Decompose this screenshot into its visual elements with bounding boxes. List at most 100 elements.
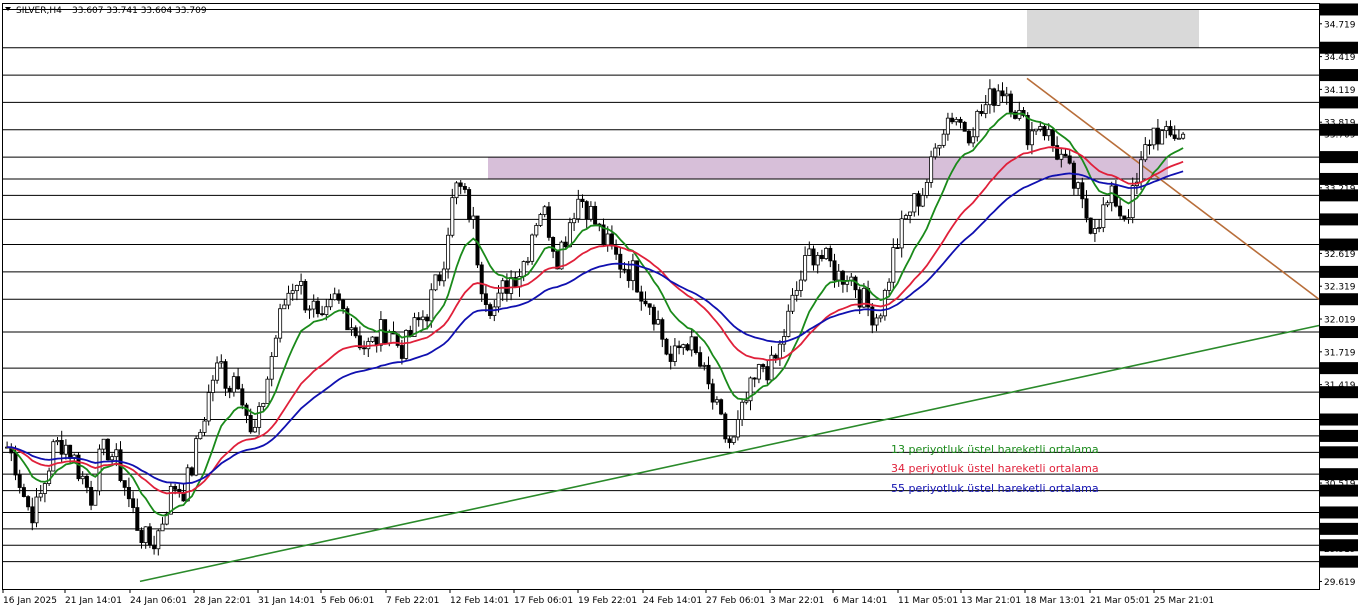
- price-label: 29.919: [1324, 545, 1356, 555]
- candle-body: [437, 274, 442, 282]
- candle-body: [983, 104, 988, 114]
- time-label: 5 Feb 06:01: [321, 596, 374, 606]
- candle-body: [1063, 153, 1068, 157]
- candle-body: [257, 406, 262, 428]
- candle-body: [387, 330, 392, 344]
- candle-body: [68, 444, 73, 459]
- candle-body: [97, 448, 102, 492]
- time-label: 24 Feb 14:01: [643, 596, 702, 606]
- candle-body: [992, 88, 997, 106]
- time-label: 12 Feb 14:01: [450, 596, 509, 606]
- candle-body: [202, 420, 207, 433]
- candle-body: [454, 182, 459, 199]
- time-label: 25 Mar 21:01: [1154, 596, 1214, 606]
- candle-body: [572, 218, 577, 224]
- candle-body: [580, 198, 585, 203]
- candle-body: [483, 293, 488, 305]
- candle-body: [765, 366, 770, 381]
- candle-body: [1176, 137, 1181, 140]
- candle-body: [210, 379, 215, 393]
- candle-body: [1034, 128, 1039, 132]
- candle-body: [1076, 182, 1081, 189]
- candle-body: [605, 233, 610, 246]
- candle-body: [1122, 215, 1127, 220]
- candle-body: [878, 315, 883, 319]
- candle-body: [744, 400, 749, 403]
- candle-body: [479, 264, 484, 295]
- price-label: 31.350: [1324, 389, 1356, 399]
- candle-body: [332, 293, 337, 301]
- candle-body: [311, 300, 316, 310]
- price-label: 30.250: [1324, 509, 1356, 519]
- candle-body: [912, 193, 917, 213]
- candle-body: [664, 338, 669, 355]
- price-label: 34.000: [1324, 99, 1356, 109]
- candle-body: [887, 281, 892, 291]
- candle-body: [433, 274, 438, 291]
- candle-body: [769, 354, 774, 381]
- candle-body: [404, 329, 409, 359]
- candle-body: [979, 110, 984, 114]
- candle-body: [563, 241, 568, 248]
- price-label: 31.570: [1324, 365, 1356, 375]
- candle-body: [735, 419, 740, 438]
- candle-body: [798, 279, 803, 291]
- candle-body: [815, 254, 820, 266]
- price-label: 30.800: [1324, 449, 1356, 459]
- candle-body: [1000, 90, 1005, 97]
- candle-body: [584, 201, 589, 220]
- candle-body: [698, 352, 703, 367]
- candle-body: [672, 345, 677, 362]
- candle-body: [34, 496, 39, 524]
- candle-body: [1151, 127, 1156, 146]
- time-label: 16 Jan 2025: [3, 596, 57, 606]
- candle-body: [13, 452, 18, 476]
- candle-body: [832, 260, 837, 281]
- candle-body: [1168, 126, 1173, 136]
- candle-body: [1042, 126, 1047, 137]
- candle-body: [1008, 93, 1013, 113]
- candle-body: [152, 544, 157, 550]
- price-label: 32.930: [1324, 216, 1356, 226]
- candle-body: [945, 117, 950, 135]
- candle-body: [1025, 114, 1030, 146]
- candle-body: [471, 215, 476, 220]
- candle-body: [756, 364, 761, 380]
- time-label: 3 Mar 22:01: [770, 596, 824, 606]
- candle-body: [609, 233, 614, 247]
- candle-body: [126, 487, 131, 500]
- candle-body: [811, 248, 816, 266]
- candle-body: [362, 347, 367, 350]
- candle-body: [320, 313, 325, 316]
- candle-body: [135, 507, 140, 531]
- candle-body: [1105, 202, 1110, 206]
- candle-body: [954, 119, 959, 123]
- candle-body: [315, 300, 320, 315]
- price-label: 32.319: [1324, 283, 1356, 293]
- candle-body: [714, 399, 719, 403]
- candle-body: [618, 253, 623, 270]
- price-label: 33.709: [1324, 131, 1356, 141]
- candle-body: [1097, 227, 1102, 230]
- candle-body: [425, 316, 430, 322]
- candle-body: [223, 361, 228, 389]
- candle-body: [576, 198, 581, 220]
- candle-body: [689, 336, 694, 351]
- candle-body: [740, 401, 745, 420]
- time-label: 27 Feb 06:01: [706, 596, 765, 606]
- candle-body: [84, 475, 89, 488]
- candle-body: [950, 117, 955, 123]
- candle-body: [1067, 155, 1072, 164]
- candle-body: [958, 119, 963, 123]
- candle-body: [206, 392, 211, 422]
- candle-body: [236, 376, 241, 390]
- candle-body: [920, 195, 925, 207]
- price-chart[interactable]: 34.85034.71934.50034.41934.25034.11934.0…: [0, 0, 1362, 611]
- candle-body: [240, 388, 245, 406]
- candle-body: [794, 290, 799, 296]
- candle-body: [882, 289, 887, 317]
- candle-body: [370, 336, 375, 342]
- candle-body: [227, 387, 232, 393]
- candle-body: [399, 345, 404, 359]
- supply-zone: [1027, 9, 1199, 48]
